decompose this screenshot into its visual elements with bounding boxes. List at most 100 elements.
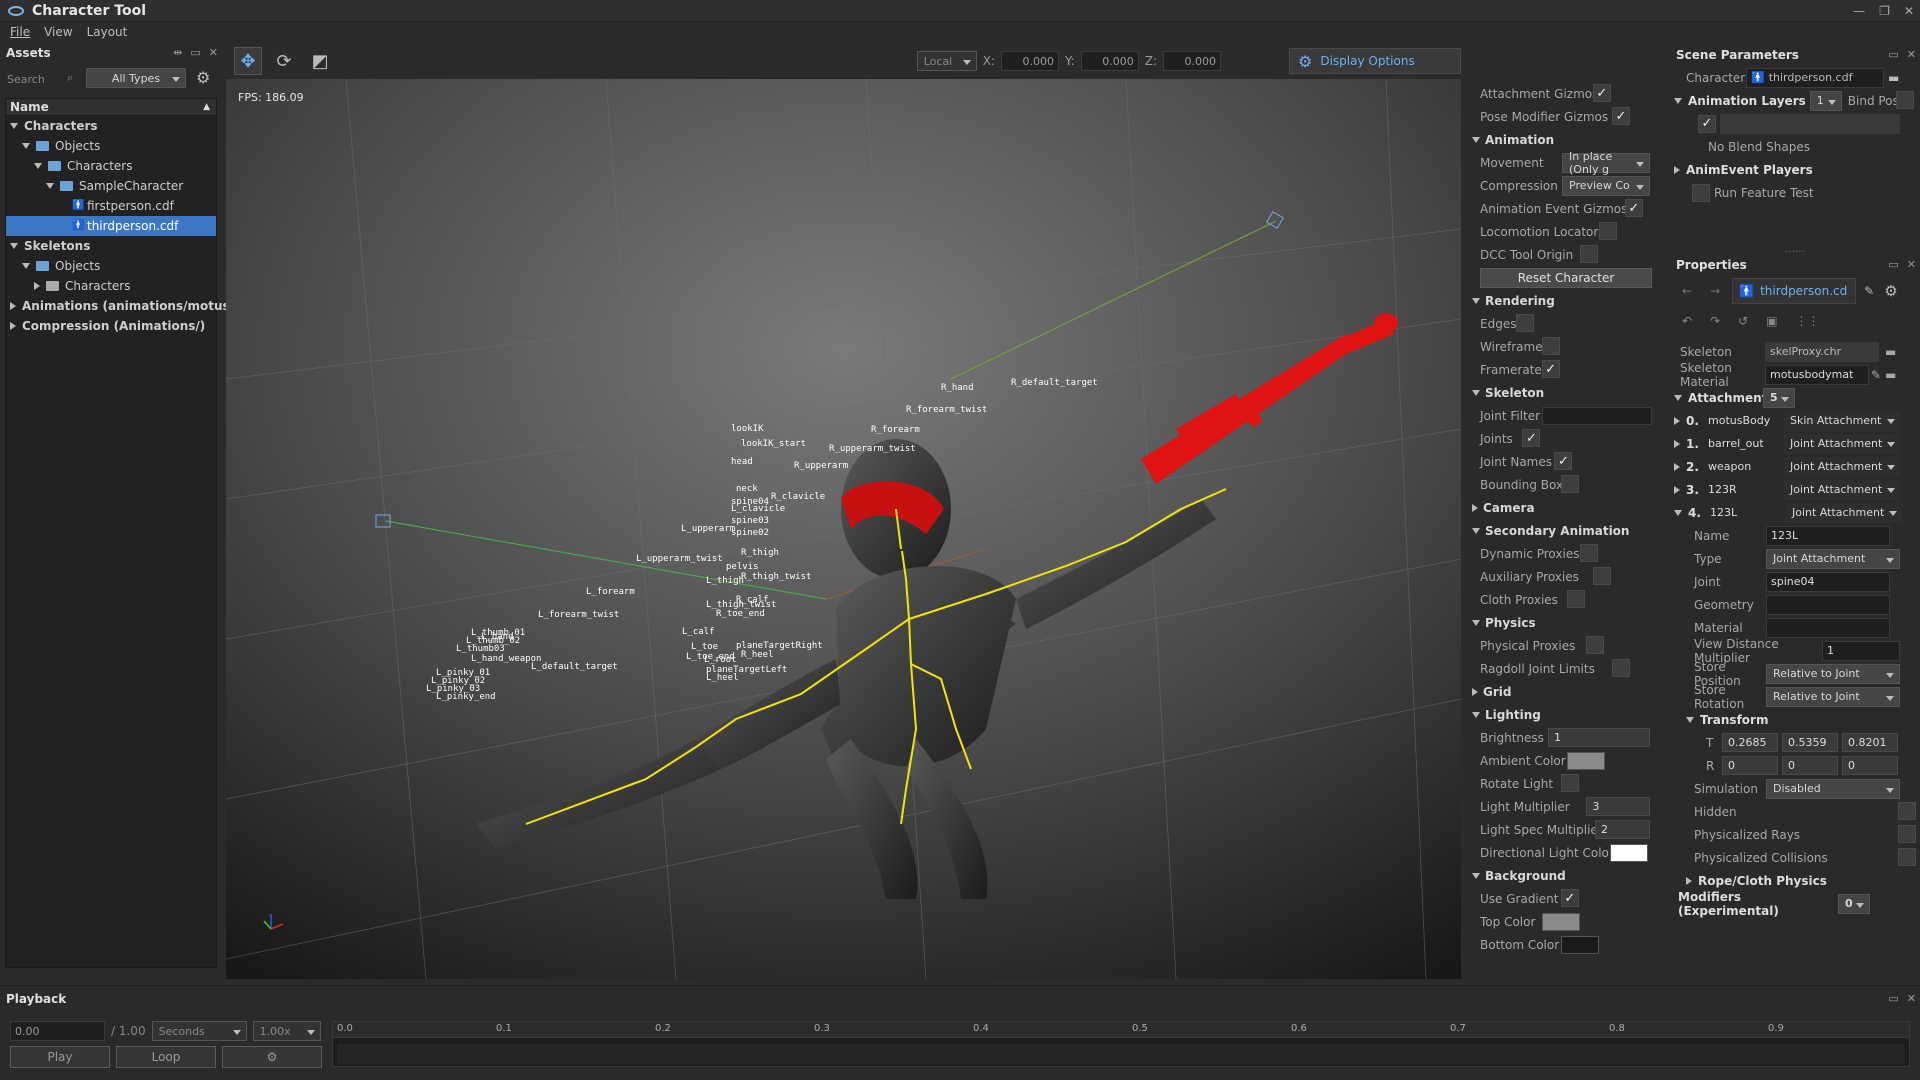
rope-cloth-label[interactable]: Rope/Cloth Physics: [1698, 874, 1827, 888]
collapse-arrow-icon[interactable]: [1674, 439, 1680, 448]
modifiers-dropdown[interactable]: 0: [1838, 893, 1870, 914]
color-swatch[interactable]: [1560, 935, 1599, 954]
checkbox[interactable]: [1516, 314, 1534, 332]
expand-arrow-icon[interactable]: [10, 123, 18, 129]
animevent-players-label[interactable]: AnimEvent Players: [1686, 163, 1813, 177]
checkbox[interactable]: [1898, 848, 1916, 866]
section-physics[interactable]: Physics: [1470, 611, 1660, 634]
skeleton-material-field[interactable]: motusbodymat: [1765, 364, 1869, 385]
option-dropdown[interactable]: Preview Co: [1562, 175, 1650, 196]
r-value-field[interactable]: 0: [1722, 756, 1778, 775]
checkbox[interactable]: [1541, 337, 1560, 355]
tree-item[interactable]: Animations (animations/motusa…: [6, 296, 250, 316]
folder-icon[interactable]: ▬: [1888, 71, 1899, 85]
minimize-button[interactable]: —: [1853, 0, 1865, 22]
redo-icon[interactable]: ↷: [1710, 314, 1720, 328]
attachment-name-field[interactable]: 123R: [1704, 479, 1784, 500]
speed-dropdown[interactable]: 1.00x: [252, 1021, 321, 1041]
tree-item[interactable]: 🚹 firstperson.cdf: [6, 196, 216, 216]
detail-dropdown[interactable]: Relative to Joint: [1766, 686, 1900, 707]
timeline-track[interactable]: [337, 1044, 1905, 1064]
close-panel-icon[interactable]: ✕: [1907, 48, 1916, 61]
checkbox[interactable]: [1898, 802, 1916, 820]
folder-icon[interactable]: ▬: [1885, 345, 1896, 359]
attachment-type-dropdown[interactable]: Joint Attachment: [1784, 479, 1900, 500]
x-field[interactable]: 0.000: [1000, 51, 1059, 71]
expand-arrow-icon[interactable]: [1472, 527, 1480, 534]
back-arrow-icon[interactable]: ←: [1682, 284, 1692, 298]
tree-item[interactable]: Characters: [6, 116, 216, 136]
layer-checkbox[interactable]: ✓: [1698, 114, 1716, 133]
reset-character-button[interactable]: Reset Character: [1480, 267, 1652, 288]
scale-tool-icon[interactable]: ◩: [306, 47, 334, 75]
checkbox[interactable]: [1586, 636, 1605, 654]
expand-arrow-icon[interactable]: [1472, 297, 1480, 304]
grid-icon[interactable]: ⋮⋮: [1796, 314, 1820, 328]
t-value-field[interactable]: 0.5359: [1782, 733, 1838, 752]
section-secondary-animation[interactable]: Secondary Animation: [1470, 519, 1660, 542]
character-field[interactable]: 🚹 thirdperson.cdf: [1746, 67, 1884, 88]
attachment-type-dropdown[interactable]: Joint Attachment: [1784, 456, 1900, 477]
3d-viewport[interactable]: lookIK lookIK_start head neck R_clavicle spin…: [226, 79, 1461, 979]
tree-item[interactable]: Skeletons: [6, 236, 216, 256]
tree-item[interactable]: Objects: [6, 136, 216, 156]
close-panel-icon[interactable]: ✕: [209, 46, 218, 59]
attachment-row[interactable]: 1. barrel_out Joint Attachment: [1670, 432, 1920, 455]
section-grid[interactable]: Grid: [1470, 680, 1660, 703]
revert-icon[interactable]: ↺: [1738, 314, 1748, 328]
attachment-row[interactable]: 0. motusBody Skin Attachment: [1670, 409, 1920, 432]
transform-label[interactable]: Transform: [1700, 713, 1768, 727]
float-icon[interactable]: ▭: [1888, 48, 1898, 61]
spinbox[interactable]: 1: [1548, 728, 1650, 747]
z-field[interactable]: 0.000: [1163, 51, 1221, 71]
timeline[interactable]: 0.0 0.1 0.2 0.3 0.4 0.5 0.6 0.7 0.8 0.9: [332, 1021, 1910, 1067]
expand-arrow-icon[interactable]: [1472, 711, 1480, 718]
save-icon[interactable]: ▣: [1766, 314, 1777, 328]
detail-field[interactable]: 1: [1822, 640, 1900, 661]
playback-settings-button[interactable]: ⚙: [222, 1046, 322, 1068]
checkbox[interactable]: [1612, 659, 1630, 677]
t-value-field[interactable]: 0.8201: [1842, 733, 1898, 752]
collapse-arrow-icon[interactable]: [1472, 687, 1478, 696]
checkbox[interactable]: [1560, 475, 1579, 493]
move-tool-icon[interactable]: ✥: [234, 47, 262, 75]
expand-arrow-icon[interactable]: [1472, 619, 1480, 626]
r-value-field[interactable]: 0: [1782, 756, 1838, 775]
space-dropdown[interactable]: Local: [916, 51, 977, 71]
detail-field[interactable]: [1766, 617, 1890, 638]
detail-field[interactable]: [1766, 594, 1890, 615]
play-button[interactable]: Play: [10, 1046, 110, 1068]
tree-item[interactable]: Objects: [6, 256, 216, 276]
loop-button[interactable]: Loop: [116, 1046, 216, 1068]
checkbox[interactable]: [1560, 774, 1579, 792]
section-skeleton[interactable]: Skeleton: [1470, 381, 1660, 404]
r-value-field[interactable]: 0: [1842, 756, 1898, 775]
collapse-arrow-icon[interactable]: [1674, 462, 1680, 471]
section-animation[interactable]: Animation: [1470, 128, 1660, 151]
unit-dropdown[interactable]: Seconds: [151, 1021, 247, 1041]
detail-field[interactable]: 123L: [1766, 525, 1890, 546]
bind-pose-checkbox[interactable]: [1896, 91, 1914, 109]
forward-arrow-icon[interactable]: →: [1710, 284, 1720, 298]
detail-dropdown[interactable]: Relative to Joint: [1766, 663, 1900, 684]
menu-view[interactable]: View: [44, 25, 72, 39]
checkbox[interactable]: [1580, 245, 1598, 263]
checkbox[interactable]: [1592, 567, 1611, 585]
attachment-row[interactable]: 4. 123L Joint Attachment: [1670, 501, 1920, 524]
gear-icon[interactable]: ⚙: [196, 68, 210, 87]
attachment-row[interactable]: 3. 123R Joint Attachment: [1670, 478, 1920, 501]
skeleton-field[interactable]: skelProxy.chr: [1765, 341, 1879, 362]
run-feature-test-checkbox[interactable]: [1692, 183, 1710, 202]
option-dropdown[interactable]: In place (Only g: [1562, 150, 1650, 176]
joint-filter-input[interactable]: [1542, 406, 1652, 425]
attachment-row[interactable]: 2. weapon Joint Attachment: [1670, 455, 1920, 478]
checkbox[interactable]: ✓: [1522, 429, 1541, 447]
collapse-arrow-icon[interactable]: [34, 282, 40, 290]
y-field[interactable]: 0.000: [1080, 51, 1139, 71]
collapse-arrow-icon[interactable]: [1472, 503, 1478, 512]
detail-dropdown[interactable]: Joint Attachment: [1766, 548, 1900, 569]
color-swatch[interactable]: [1610, 843, 1648, 862]
search-field[interactable]: Search ⌕: [5, 68, 77, 90]
checkbox[interactable]: ✓: [1541, 360, 1560, 378]
section-background[interactable]: Background: [1470, 864, 1660, 887]
